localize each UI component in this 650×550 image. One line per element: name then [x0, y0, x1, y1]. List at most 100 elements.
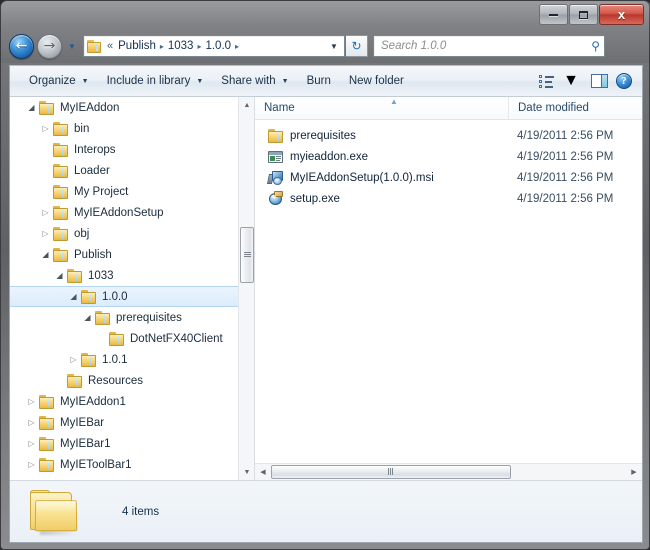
tree-item-label: MyIEBar: [60, 416, 105, 429]
address-dropdown-icon[interactable]: ▼: [326, 42, 342, 51]
file-name-cell[interactable]: prerequisites: [255, 128, 508, 144]
tree-item-label: Publish: [74, 248, 112, 261]
horizontal-scrollbar-thumb[interactable]: [271, 464, 511, 479]
tree-expander-open-icon[interactable]: ◢: [24, 103, 39, 112]
breadcrumb-item-1033[interactable]: 1033: [165, 40, 197, 52]
column-header-date-modified[interactable]: Date modified: [508, 96, 642, 120]
tree-expander-closed-icon[interactable]: ▷: [38, 208, 53, 217]
tree-item-myieaddonsetup[interactable]: ▷ MyIEAddonSetup: [10, 202, 238, 223]
tree-expander-closed-icon[interactable]: ▷: [38, 229, 53, 238]
tree-item-resources[interactable]: Resources: [10, 370, 238, 391]
tree-item-label: Resources: [88, 374, 143, 387]
tree-item-myiebar[interactable]: ▷ MyIEBar: [10, 412, 238, 433]
breadcrumb-overflow-icon[interactable]: «: [105, 40, 115, 52]
tree-item-1-0-1[interactable]: ▷ 1.0.1: [10, 349, 238, 370]
status-folder-icon: [26, 489, 78, 535]
include-in-library-button[interactable]: Include in library ▼: [98, 70, 213, 92]
file-name-cell[interactable]: MyIEAddonSetup(1.0.0).msi: [255, 170, 508, 186]
tree-expander-closed-icon[interactable]: ▷: [24, 460, 39, 469]
navigation-scrollbar-thumb[interactable]: [240, 227, 254, 283]
scroll-right-icon[interactable]: ▶: [626, 464, 642, 481]
preview-pane-icon: [590, 74, 608, 88]
tree-item-prerequisites[interactable]: ◢ prerequisites: [10, 307, 238, 328]
minimize-icon: [549, 13, 558, 16]
column-header-name[interactable]: Name: [255, 97, 508, 120]
refresh-button[interactable]: ↻: [346, 35, 368, 57]
folder-icon: [39, 457, 55, 472]
include-in-library-label: Include in library: [106, 75, 191, 87]
address-bar-row: ← → ▼ « Publish ▸ 1033 ▸ 1.0.0 ▸ ▼ ↻ Sea…: [1, 31, 650, 61]
close-button[interactable]: x: [599, 4, 644, 25]
file-list-row[interactable]: setup.exe 4/19/2011 2:56 PM: [255, 188, 642, 209]
new-folder-button[interactable]: New folder: [340, 70, 413, 92]
tree-expander-closed-icon[interactable]: ▷: [66, 355, 81, 364]
breadcrumb-separator-icon[interactable]: ▸: [234, 42, 240, 51]
tree-item-label: MyIEToolBar1: [60, 458, 132, 471]
tree-item-myiebar1[interactable]: ▷ MyIEBar1: [10, 433, 238, 454]
organize-button[interactable]: Organize ▼: [20, 70, 98, 92]
tree-item-loader[interactable]: Loader: [10, 160, 238, 181]
navigation-vertical-scrollbar[interactable]: ▲ ▼: [238, 97, 254, 480]
file-name-cell[interactable]: setup.exe: [255, 190, 508, 207]
back-button[interactable]: ←: [9, 33, 34, 59]
status-item-count: 4 items: [122, 505, 160, 518]
tree-expander-closed-icon[interactable]: ▷: [24, 418, 39, 427]
tree-expander-open-icon[interactable]: ◢: [66, 292, 81, 301]
navigation-tree[interactable]: ◢ MyIEAddon ▷ bin Interops Loader My Project ▷ M…: [10, 97, 238, 480]
address-breadcrumb-bar[interactable]: « Publish ▸ 1033 ▸ 1.0.0 ▸ ▼: [83, 35, 345, 57]
tree-item-label: obj: [74, 227, 90, 240]
minimize-button[interactable]: [539, 4, 568, 25]
forward-button[interactable]: →: [37, 33, 62, 59]
tree-expander-open-icon[interactable]: ◢: [80, 313, 95, 322]
sort-ascending-icon: ▲: [390, 97, 398, 106]
breadcrumb-item-publish[interactable]: Publish: [115, 40, 159, 52]
tree-item-label: 1.0.1: [102, 353, 128, 366]
burn-button[interactable]: Burn: [298, 70, 340, 92]
file-date-modified: 4/19/2011 2:56 PM: [517, 171, 614, 184]
tree-expander-closed-icon[interactable]: ▷: [38, 124, 53, 133]
command-bar: Organize ▼ Include in library ▼ Share wi…: [10, 66, 642, 97]
tree-item-interops[interactable]: Interops: [10, 139, 238, 160]
tree-expander-open-icon[interactable]: ◢: [38, 250, 53, 259]
scroll-down-icon[interactable]: ▼: [239, 464, 255, 480]
tree-expander-closed-icon[interactable]: ▷: [24, 397, 39, 406]
breadcrumb-item-1-0-0[interactable]: 1.0.0: [202, 40, 234, 52]
recent-locations-button[interactable]: ▼: [66, 42, 78, 51]
tree-item-label: bin: [74, 122, 90, 135]
tree-item-my-project[interactable]: My Project: [10, 181, 238, 202]
tree-item-myietoolbar1[interactable]: ▷ MyIEToolBar1: [10, 454, 238, 475]
folder-icon: [67, 373, 83, 388]
tree-expander-closed-icon[interactable]: ▷: [24, 439, 39, 448]
file-list-row[interactable]: prerequisites 4/19/2011 2:56 PM: [255, 125, 642, 146]
tree-item-1-0-0[interactable]: ◢ 1.0.0: [10, 286, 238, 307]
tree-item-myieaddon1[interactable]: ▷ MyIEAddon1: [10, 391, 238, 412]
file-list-row[interactable]: myieaddon.exe 4/19/2011 2:56 PM: [255, 146, 642, 167]
tree-item-1033[interactable]: ◢ 1033: [10, 265, 238, 286]
file-list-horizontal-scrollbar[interactable]: ◀ ▶: [255, 463, 642, 480]
search-icon: ⚲: [591, 39, 600, 53]
change-view-button[interactable]: ▼: [535, 70, 583, 92]
scroll-left-icon[interactable]: ◀: [255, 464, 271, 481]
folder-icon: [39, 394, 55, 409]
maximize-button[interactable]: [569, 4, 598, 25]
tree-item-myieaddon[interactable]: ◢ MyIEAddon: [10, 97, 238, 118]
forward-arrow-icon: →: [43, 38, 56, 54]
tree-item-obj[interactable]: ▷ obj: [10, 223, 238, 244]
file-list-body[interactable]: prerequisites 4/19/2011 2:56 PM myieaddon.…: [255, 120, 642, 463]
search-input[interactable]: Search 1.0.0 ⚲: [373, 35, 605, 57]
horizontal-scrollbar-track[interactable]: [271, 464, 626, 481]
preview-pane-button[interactable]: [587, 70, 611, 92]
tree-item-label: MyIEAddon: [60, 101, 120, 114]
file-list-row[interactable]: MyIEAddonSetup(1.0.0).msi 4/19/2011 2:56 …: [255, 167, 642, 188]
column-header-row: Name Date modified ▲: [255, 96, 642, 120]
tree-item-publish[interactable]: ◢ Publish: [10, 244, 238, 265]
share-with-button[interactable]: Share with ▼: [212, 70, 297, 92]
share-with-label: Share with: [221, 75, 276, 87]
tree-item-dotnetfx40client[interactable]: DotNetFX40Client: [10, 328, 238, 349]
tree-expander-open-icon[interactable]: ◢: [52, 271, 67, 280]
tree-item-bin[interactable]: ▷ bin: [10, 118, 238, 139]
help-button[interactable]: ?: [611, 70, 637, 92]
file-name-cell[interactable]: myieaddon.exe: [255, 149, 508, 165]
scroll-up-icon[interactable]: ▲: [239, 97, 255, 113]
tree-item-label: 1.0.0: [102, 290, 128, 303]
